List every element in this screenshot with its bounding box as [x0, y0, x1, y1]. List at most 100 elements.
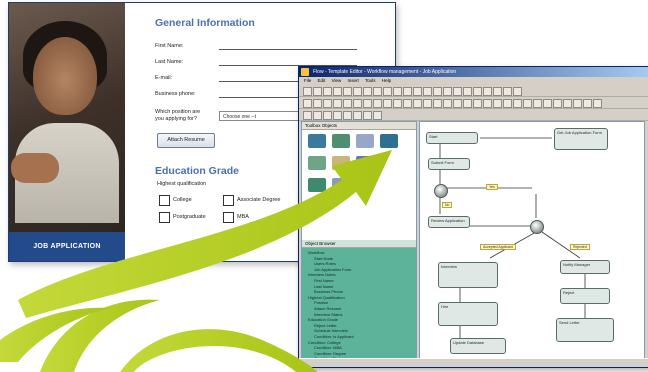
review-node[interactable]: Review Application	[428, 216, 470, 228]
toolbar-button[interactable]	[483, 87, 492, 96]
toolbar-button[interactable]	[323, 99, 332, 108]
toolbar-button[interactable]	[403, 87, 412, 96]
toolbar-button[interactable]	[423, 99, 432, 108]
toolbar-button[interactable]	[303, 99, 312, 108]
toolbar-button[interactable]	[343, 99, 352, 108]
toolbar-button[interactable]	[503, 99, 512, 108]
menu-insert[interactable]: Insert	[348, 77, 359, 85]
toolbar-button[interactable]	[333, 99, 342, 108]
toolbar-button[interactable]	[553, 99, 562, 108]
toolbar-button[interactable]	[513, 87, 522, 96]
toolbar-button[interactable]	[473, 87, 482, 96]
menu-help[interactable]: Help	[382, 77, 391, 85]
toolbar-button[interactable]	[373, 111, 382, 120]
tool-form-icon[interactable]	[332, 134, 350, 148]
toolbar-button[interactable]	[313, 111, 322, 120]
tree-item[interactable]: Condition: College	[308, 340, 341, 345]
toolbar-button[interactable]	[453, 87, 462, 96]
toolbar-button[interactable]	[413, 87, 422, 96]
toolbar-button[interactable]	[303, 87, 312, 96]
reject-node[interactable]: Reject	[560, 288, 610, 304]
tree-item[interactable]: Business Phone	[314, 289, 343, 294]
toolbar-button[interactable]	[353, 87, 362, 96]
toolbar-button[interactable]	[313, 87, 322, 96]
tree-item[interactable]: Last Name	[314, 284, 333, 289]
tree-item[interactable]: Interview Status	[314, 312, 342, 317]
mba-checkbox[interactable]	[223, 212, 234, 223]
toolbar-button[interactable]	[493, 99, 502, 108]
toolbar-button[interactable]	[303, 111, 312, 120]
tree-item[interactable]: Interview Notes	[308, 272, 336, 277]
tool-database-icon[interactable]	[380, 134, 398, 148]
menu-tools[interactable]: Tools	[365, 77, 376, 85]
toolbar-button[interactable]	[463, 87, 472, 96]
toolbar-button[interactable]	[403, 99, 412, 108]
first-name-field[interactable]	[219, 49, 357, 50]
tree-item[interactable]: Position	[314, 300, 328, 305]
tool-script-icon[interactable]	[308, 178, 326, 192]
tree-item[interactable]: Workflow	[308, 250, 324, 255]
tree-item[interactable]: Condition: Is Applicant	[314, 334, 354, 339]
tool-user-icon[interactable]	[308, 134, 326, 148]
tree-item[interactable]: Condition: Degree	[314, 351, 346, 356]
notify-manager-node[interactable]: Notify Manager	[560, 260, 610, 274]
hire-node[interactable]: Hire	[438, 302, 498, 326]
toolbar-button[interactable]	[373, 87, 382, 96]
send-letter-node[interactable]: Send Letter	[556, 318, 614, 342]
toolbar-button[interactable]	[393, 87, 402, 96]
tree-item[interactable]: First Name	[314, 278, 334, 283]
associate-degree-checkbox[interactable]	[223, 195, 234, 206]
workflow-canvas[interactable]: Start Get Job Application Form Submit Fo…	[419, 121, 645, 359]
submit-form-node[interactable]: Submit Form	[428, 158, 470, 170]
get-form-node[interactable]: Get Job Application Form	[554, 128, 608, 150]
toolbar-button[interactable]	[473, 99, 482, 108]
tool-mail-icon[interactable]	[356, 134, 374, 148]
interview-node[interactable]: Interview	[438, 262, 498, 288]
toolbar-button[interactable]	[383, 87, 392, 96]
toolbar-button[interactable]	[573, 99, 582, 108]
toolbar-button[interactable]	[363, 87, 372, 96]
toolbar-button[interactable]	[443, 87, 452, 96]
tool-document-icon[interactable]	[332, 178, 350, 192]
decision-node-1[interactable]	[434, 184, 448, 198]
toolbar-button[interactable]	[363, 99, 372, 108]
toolbar-button[interactable]	[593, 99, 602, 108]
decision-node-2[interactable]	[530, 220, 544, 234]
menu-file[interactable]: File	[304, 77, 311, 85]
toolbar-button[interactable]	[353, 99, 362, 108]
position-select[interactable]: Choose one --t	[219, 111, 299, 121]
toolbar-button[interactable]	[513, 99, 522, 108]
toolbar-button[interactable]	[503, 87, 512, 96]
tree-item[interactable]: Job Application Form	[314, 267, 351, 272]
postgraduate-checkbox[interactable]	[159, 212, 170, 223]
toolbar-button[interactable]	[383, 99, 392, 108]
toolbar-button[interactable]	[423, 87, 432, 96]
toolbar-button[interactable]	[413, 99, 422, 108]
tree-item[interactable]: Attach Resume	[314, 306, 341, 311]
tool-timer-icon[interactable]	[356, 156, 374, 170]
tool-note-icon[interactable]	[332, 156, 350, 170]
tree-item[interactable]: Start Node	[314, 256, 333, 261]
toolbar-button[interactable]	[583, 99, 592, 108]
toolbar-button[interactable]	[563, 99, 572, 108]
start-node[interactable]: Start	[426, 132, 478, 144]
toolbar-button[interactable]	[523, 99, 532, 108]
update-database-node[interactable]: Update Database	[450, 338, 506, 354]
toolbar-button[interactable]	[343, 111, 352, 120]
toolbar-button[interactable]	[533, 99, 542, 108]
tree-item[interactable]: Education Grade	[308, 317, 338, 322]
toolbar-button[interactable]	[453, 99, 462, 108]
menu-edit[interactable]: Edit	[318, 77, 326, 85]
college-checkbox[interactable]	[159, 195, 170, 206]
toolbar-button[interactable]	[373, 99, 382, 108]
tree-item[interactable]: Highest Qualification	[308, 295, 345, 300]
toolbar-button[interactable]	[463, 99, 472, 108]
tree-item[interactable]: Reject Letter	[314, 323, 337, 328]
toolbar-button[interactable]	[493, 87, 502, 96]
toolbar-button[interactable]	[363, 111, 372, 120]
attach-resume-button[interactable]: Attach Resume	[157, 133, 215, 148]
tree-item[interactable]: Users Roles	[314, 261, 336, 266]
tool-condition-icon[interactable]	[308, 156, 326, 170]
menu-view[interactable]: View	[332, 77, 342, 85]
toolbar-button[interactable]	[323, 87, 332, 96]
